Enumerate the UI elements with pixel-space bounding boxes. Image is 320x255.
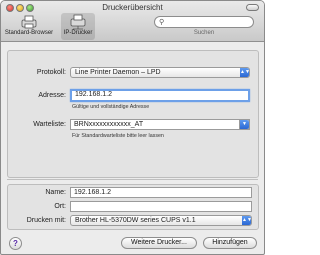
address-field[interactable]: 192.168.1.2 (70, 89, 250, 102)
printer-icon (21, 15, 37, 29)
printer-browser-window: Druckerübersicht Standard-Browser IP-Dru… (0, 0, 265, 255)
address-label: Adresse: (38, 92, 66, 99)
search-input[interactable] (169, 18, 249, 26)
magnifier-icon: ⚲ (159, 19, 165, 26)
location-field[interactable] (70, 201, 252, 212)
section-divider (7, 179, 258, 180)
more-printers-button[interactable]: Weitere Drucker... (121, 237, 197, 249)
toolbar-toggle-button[interactable] (246, 4, 259, 11)
location-label: Ort: (54, 203, 66, 210)
help-button[interactable]: ? (9, 237, 22, 250)
popup-arrows-icon: ▲▼ (240, 68, 250, 77)
queue-value: BRNxxxxxxxxxxxx_AT (74, 121, 144, 128)
connection-panel: Protokoll: Line Printer Daemon – LPD ▲▼ … (7, 50, 259, 178)
search-label: Suchen (193, 30, 215, 36)
dropdown-arrow-icon: ▼ (240, 120, 249, 129)
protocol-popup[interactable]: Line Printer Daemon – LPD ▲▼ (70, 67, 250, 78)
toolbar-ip-printer[interactable]: IP-Drucker (61, 13, 95, 40)
network-printer-icon (70, 14, 86, 30)
queue-label: Warteliste: (33, 121, 66, 128)
details-panel: Name: 192.168.1.2 Ort: Drucken mit: Brot… (7, 184, 259, 230)
name-label: Name: (45, 189, 66, 196)
address-hint: Gültige und vollständige Adresse (72, 104, 150, 110)
title-toolbar: Druckerübersicht Standard-Browser IP-Dru… (1, 1, 264, 42)
print-with-label: Drucken mit: (26, 217, 66, 224)
name-field[interactable]: 192.168.1.2 (70, 187, 252, 198)
queue-hint: Für Standardwarteliste bitte leer lassen (72, 133, 164, 139)
queue-dropdown-button[interactable]: ▼ (239, 119, 250, 130)
toolbar-search: ⚲ Suchen (151, 16, 257, 36)
window-title: Druckerübersicht (102, 3, 163, 12)
protocol-label: Protokoll: (36, 69, 66, 76)
print-with-value: Brother HL-5370DW series CUPS v1.1 (75, 217, 196, 224)
popup-arrows-icon: ▲▼ (242, 216, 252, 225)
print-with-popup[interactable]: Brother HL-5370DW series CUPS v1.1 ▲▼ (70, 215, 252, 226)
protocol-value: Line Printer Daemon – LPD (75, 69, 161, 76)
ip-printer-label: IP-Drucker (63, 30, 93, 36)
standard-browser-label: Standard-Browser (4, 30, 54, 36)
add-button[interactable]: Hinzufügen (203, 237, 257, 249)
toolbar-standard-browser[interactable]: Standard-Browser (3, 14, 55, 36)
search-field[interactable]: ⚲ (154, 16, 254, 28)
queue-field[interactable]: BRNxxxxxxxxxxxx_AT (70, 119, 250, 130)
